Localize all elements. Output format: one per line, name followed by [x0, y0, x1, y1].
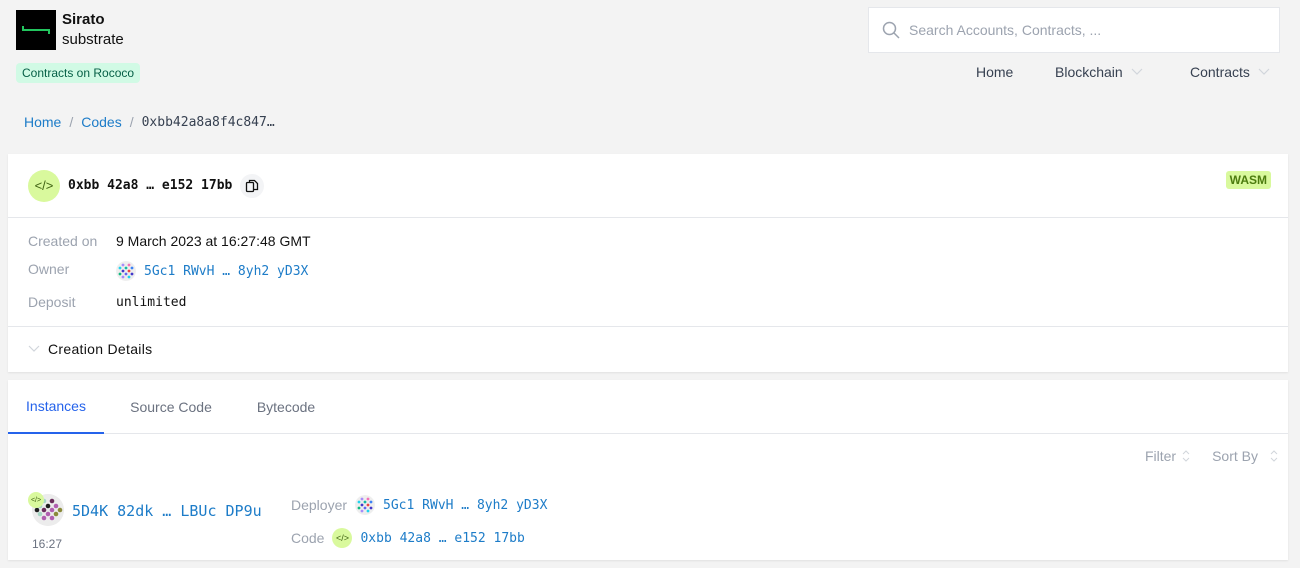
nav-contracts[interactable]: Contracts — [1190, 64, 1270, 80]
sort-label: Sort By — [1212, 448, 1258, 464]
chevron-down-icon — [1258, 68, 1270, 75]
brand-title: Sirato — [62, 11, 105, 28]
nav-contracts-label: Contracts — [1190, 64, 1250, 80]
owner-address-link[interactable]: 5Gc1 RWvH … 8yh2 yD3X — [144, 264, 308, 279]
deployer-identicon — [355, 495, 376, 515]
created-on-label: Created on — [28, 233, 98, 249]
nav-blockchain-label: Blockchain — [1055, 64, 1123, 80]
logo-icon — [16, 10, 56, 50]
created-on-row: Created on 9 March 2023 at 16:27:48 GMT — [28, 233, 311, 249]
created-on-value: 9 March 2023 at 16:27:48 GMT — [116, 233, 311, 249]
deposit-value: unlimited — [116, 294, 187, 310]
filter-dropdown[interactable]: Filter — [1145, 448, 1190, 464]
deployer-label: Deployer — [291, 497, 348, 513]
nav-home[interactable]: Home — [976, 64, 1013, 80]
tab-bar: Instances Source Code Bytecode — [8, 380, 1288, 434]
chevron-down-icon — [28, 345, 40, 352]
owner-label: Owner — [28, 261, 70, 277]
breadcrumb: Home / Codes / 0xbb42a8a8f4c847… — [24, 114, 275, 130]
instance-time: 16:27 — [32, 537, 63, 551]
deposit-label: Deposit — [28, 294, 76, 310]
nav-blockchain[interactable]: Blockchain — [1055, 64, 1143, 80]
search-input[interactable] — [909, 22, 1269, 38]
chevron-down-icon — [1131, 68, 1143, 75]
breadcrumb-separator: / — [69, 114, 74, 130]
instance-address-link[interactable]: 5D4K 82dk … LBUc DP9u — [72, 502, 262, 520]
breadcrumb-home[interactable]: Home — [24, 114, 61, 130]
deployer-row: Deployer 5Gc1 RWvH … 8yh2 yD3X — [291, 495, 547, 515]
copy-button[interactable] — [240, 173, 265, 198]
brand-logo[interactable]: Sirato substrate — [16, 10, 124, 50]
code-hash-link[interactable]: 0xbb 42a8 … e152 17bb — [360, 531, 524, 546]
filter-label: Filter — [1144, 448, 1177, 464]
tab-instances[interactable]: Instances — [8, 380, 104, 434]
wasm-badge: WASM — [1225, 171, 1271, 189]
network-badge: Contracts on Rococo — [16, 63, 141, 83]
breadcrumb-codes[interactable]: Codes — [81, 114, 121, 130]
code-icon: </> — [332, 528, 353, 548]
breadcrumb-separator: / — [129, 114, 134, 130]
tab-source-code[interactable]: Source Code — [104, 380, 238, 434]
creation-details-toggle[interactable]: Creation Details — [8, 327, 1288, 371]
sort-arrows-icon — [1270, 450, 1278, 462]
owner-identicon — [116, 261, 136, 281]
brand-subtitle: substrate — [62, 31, 124, 48]
code-summary-card: </> 0xbb 42a8 … e152 17bb WASM Created o… — [8, 154, 1288, 372]
nav-home-label: Home — [976, 64, 1014, 80]
code-row: Code </> 0xbb 42a8 … e152 17bb — [291, 528, 525, 548]
code-icon: </> — [28, 169, 60, 202]
deployer-address-link[interactable]: 5Gc1 RWvH … 8yh2 yD3X — [383, 498, 547, 513]
search-box[interactable] — [868, 7, 1280, 53]
instance-row: </> 5D4K 82dk … LBUc DP9u 16:27 Deployer… — [28, 492, 1268, 552]
copy-icon — [246, 179, 259, 192]
breadcrumb-current: 0xbb42a8a8f4c847… — [141, 114, 275, 130]
tab-bytecode[interactable]: Bytecode — [238, 380, 334, 434]
instances-card: Instances Source Code Bytecode Filter So… — [8, 380, 1288, 560]
creation-details-label: Creation Details — [48, 341, 153, 357]
deposit-row: Deposit unlimited — [28, 294, 186, 310]
code-icon: </> — [28, 492, 44, 508]
code-hash: 0xbb 42a8 … e152 17bb — [68, 178, 233, 193]
code-label: Code — [291, 530, 325, 546]
owner-row: Owner 5Gc1 RWvH … 8yh2 yD3X — [28, 261, 308, 281]
sort-dropdown[interactable]: Sort By — [1212, 448, 1278, 464]
search-icon — [882, 21, 900, 39]
sort-arrows-icon — [1182, 450, 1190, 462]
